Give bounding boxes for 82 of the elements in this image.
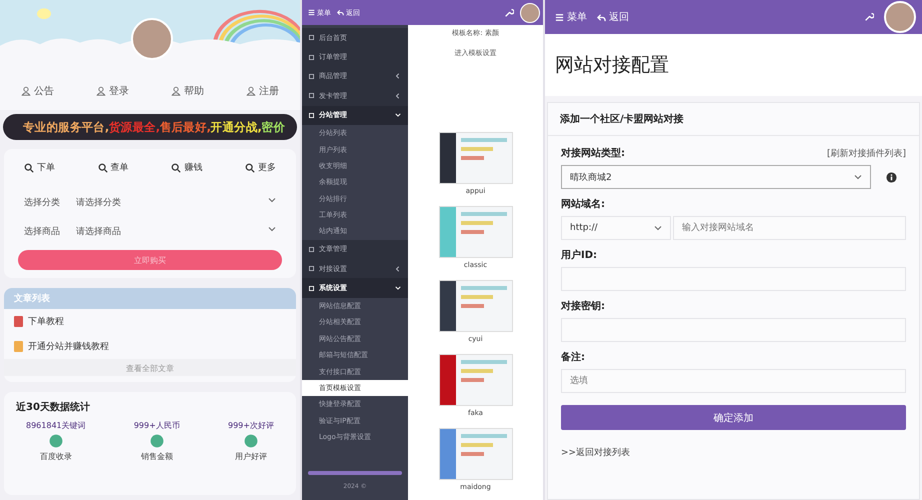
square-icon	[309, 54, 314, 60]
field-label: 对接网站类型:	[561, 146, 625, 160]
stat-value: 8961841关键词	[26, 420, 86, 431]
select-field[interactable]: 请选择分类	[76, 196, 276, 209]
menu-icon	[555, 12, 564, 22]
article-link[interactable]: 开通分站并赚钱教程	[4, 334, 296, 359]
chevron-down-icon	[854, 173, 862, 181]
scheme-select[interactable]: http://	[561, 216, 671, 240]
stat-icon	[242, 433, 259, 449]
template-thumbnail[interactable]	[438, 354, 512, 406]
select-field[interactable]: 请选择商品	[76, 225, 276, 238]
info-icon[interactable]	[886, 172, 897, 182]
select-field[interactable]: 晴玖商城2	[561, 165, 871, 189]
template-thumbnail[interactable]	[438, 206, 512, 258]
stat-label: 用户好评	[234, 451, 267, 462]
field-label: 选择分类	[24, 196, 61, 209]
menu-icon	[308, 9, 315, 16]
marquee-text: 开通分战,	[210, 120, 262, 134]
square-icon	[309, 93, 314, 98]
stat-icon	[148, 433, 165, 449]
field-label: 对接密钥:	[561, 300, 605, 313]
chevron-down-icon	[268, 196, 276, 204]
chevron-down-icon	[268, 225, 276, 233]
field-label: 备注:	[561, 350, 585, 364]
chevron-icon	[395, 285, 401, 292]
back-arrow-icon	[337, 9, 344, 16]
chevron-icon	[395, 73, 401, 80]
card-title: 文章列表	[14, 294, 50, 304]
stat-label: 销售金额	[140, 451, 173, 462]
nav-link[interactable]: 登录	[96, 84, 129, 98]
nav-icon	[21, 86, 31, 96]
square-icon	[309, 266, 314, 272]
stat-value: 999+次好评	[228, 420, 274, 431]
panel-title: 添加一个社区/卡盟网站对接	[548, 103, 919, 136]
nav-icon	[246, 86, 256, 96]
article-link[interactable]: 下单教程	[4, 309, 296, 334]
marquee-text: 售后最好,	[160, 120, 211, 134]
template-thumbnail[interactable]	[438, 132, 512, 184]
marquee-text: 专业的服务平台,	[23, 120, 109, 134]
square-icon	[309, 35, 314, 40]
stat-label: 百度收录	[40, 451, 72, 462]
refresh-link[interactable]: [刷新对接插件列表]	[826, 146, 906, 160]
tab-icon	[98, 162, 108, 172]
square-icon	[309, 286, 314, 291]
avatar	[520, 2, 540, 22]
marquee-text: 密价	[262, 120, 285, 134]
chevron-icon	[395, 112, 401, 118]
tab[interactable]: 赚钱	[171, 161, 202, 174]
field-label: 选择商品	[24, 226, 61, 238]
square-icon	[309, 246, 314, 252]
tab[interactable]: 下单	[24, 161, 55, 174]
nav-icon	[96, 86, 106, 96]
tab[interactable]: 查单	[98, 161, 129, 174]
template-thumbnail[interactable]	[438, 280, 512, 332]
nav-icon	[171, 86, 181, 96]
back-button[interactable]: 返回	[597, 10, 629, 24]
tab-icon	[171, 162, 182, 172]
text-input[interactable]: 选填	[561, 369, 906, 393]
tab-icon	[244, 162, 255, 172]
stats-title: 近30天数据统计	[16, 400, 91, 414]
field-label: 用户ID:	[561, 248, 598, 262]
nav-link[interactable]: 公告	[21, 84, 54, 98]
tab[interactable]: 更多	[244, 161, 276, 174]
marquee-text: 货源最全,	[108, 120, 160, 134]
square-icon	[309, 74, 314, 79]
stat-value: 999+人民币	[134, 420, 180, 431]
stat-icon	[48, 433, 64, 449]
page-title: 网站对接配置	[555, 53, 670, 78]
tab-icon	[24, 162, 34, 172]
template-thumbnail[interactable]	[438, 428, 512, 480]
chevron-icon	[395, 266, 401, 272]
chevron-icon	[395, 92, 401, 99]
back-to-list-link[interactable]: >>返回对接列表	[561, 446, 906, 459]
nav-link[interactable]: 帮助	[171, 84, 204, 98]
menu-button[interactable]: 菜单	[555, 10, 587, 24]
domain-input[interactable]: 输入对接网站域名	[673, 216, 906, 240]
field-label: 网站域名:	[561, 198, 605, 211]
nav-link[interactable]: 注册	[246, 84, 279, 98]
back-arrow-icon	[597, 12, 606, 22]
submit-button[interactable]: 确定添加	[561, 405, 906, 430]
square-icon	[309, 112, 314, 118]
chevron-down-icon	[654, 224, 662, 232]
